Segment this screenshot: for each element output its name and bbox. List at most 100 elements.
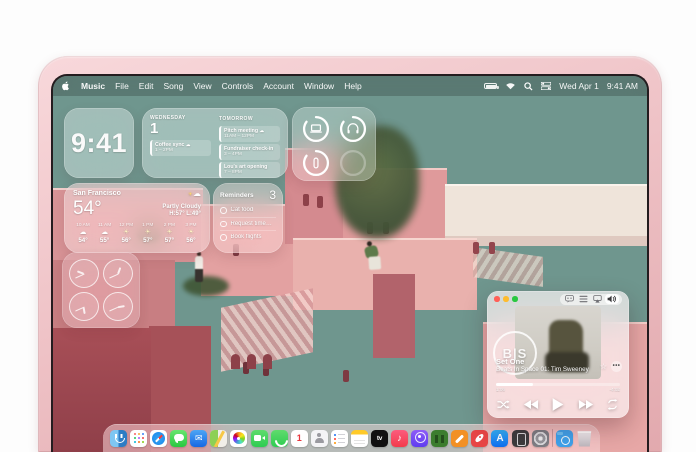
calendar-day-glyph: 1 [291, 430, 308, 447]
reminder-item[interactable]: Book flights [220, 230, 276, 244]
next-icon[interactable] [578, 399, 594, 410]
battery-ring-pencil[interactable] [299, 148, 332, 178]
clock-widget[interactable]: 9:41 [64, 108, 134, 178]
reminder-checkbox[interactable] [220, 207, 227, 214]
calendar-event[interactable]: Pitch meeting ☁ 11AM – 12PM [219, 126, 280, 142]
repeat-icon[interactable] [606, 399, 619, 410]
airplay-icon[interactable] [593, 295, 602, 303]
wifi-icon[interactable] [505, 82, 516, 90]
reminder-item[interactable]: Cat food [220, 204, 276, 217]
battery-icon[interactable] [484, 83, 497, 89]
dock-safari-icon[interactable] [150, 430, 167, 447]
weather-high-low: H:57° L:49° [162, 211, 201, 218]
menu-bar-time[interactable]: 9:41 AM [607, 81, 638, 91]
dock-facetime-icon[interactable] [251, 430, 268, 447]
weather-hour: 12 PM ☀ 56° [116, 223, 136, 244]
reminder-checkbox[interactable] [220, 221, 227, 228]
minimize-button[interactable] [503, 296, 509, 302]
dock-app-store-icon[interactable]: A [491, 430, 508, 447]
headphones-icon [347, 124, 358, 134]
calendar-day-number: 1 [150, 121, 211, 137]
dock-photos-icon[interactable] [230, 430, 247, 447]
dock-rocket-icon[interactable] [471, 430, 488, 447]
weather-city: San Francisco [73, 190, 121, 197]
dock-calendar-icon[interactable]: 1 [291, 430, 308, 447]
dock-dark-device-icon[interactable] [512, 430, 529, 447]
battery-ring-empty [336, 148, 369, 178]
menu-item-view[interactable]: View [193, 81, 211, 91]
close-button[interactable] [494, 296, 500, 302]
apple-menu-icon[interactable] [62, 80, 71, 93]
music-window-titlebar [487, 291, 629, 307]
dock-finder-icon[interactable] [110, 430, 127, 447]
calendar-event[interactable]: Lou's art opening 7 – 8PM [219, 162, 280, 178]
play-button[interactable] [551, 397, 565, 412]
analog-clock [69, 259, 99, 288]
sun-icon: ☀ [138, 228, 158, 237]
dock-podcasts-icon[interactable] [411, 430, 428, 447]
analog-clock [69, 292, 99, 321]
weather-widget[interactable]: San Francisco ☀☁ 54° Partly Cloudy H:57°… [64, 183, 210, 253]
battery-ring-headphones[interactable] [336, 114, 369, 144]
music-player-window[interactable]: B|S Set One Beats In Space 01: Tim Sween… [487, 291, 629, 418]
dock-notes-icon[interactable] [351, 430, 368, 447]
dock-downloads-icon[interactable] [556, 430, 573, 447]
menu-item-account[interactable]: Account [263, 81, 294, 91]
dock-maps-icon[interactable] [210, 430, 227, 447]
battery-ring-laptop[interactable] [299, 114, 332, 144]
calendar-event[interactable]: Coffee sync ☁ 1 – 2PM [150, 140, 211, 156]
event-time: 7 – 8PM [224, 170, 277, 176]
dock-mail-icon[interactable]: ✉ [190, 430, 207, 447]
zoom-button[interactable] [512, 296, 518, 302]
calendar-widget[interactable]: WEDNESDAY 1 Coffee sync ☁ 1 – 2PM TOMORR… [142, 108, 288, 178]
calendar-event[interactable]: Fundraiser check-in 3 – 4PM [219, 144, 280, 160]
reminders-widget[interactable]: Reminders 3 Cat food Request time… Book … [213, 183, 283, 253]
world-clock-widget[interactable] [62, 252, 140, 328]
favorite-star-icon[interactable]: ☆ [600, 362, 607, 371]
dock-settings-icon[interactable] [532, 430, 549, 447]
lyrics-icon[interactable] [565, 295, 574, 303]
control-center-icon[interactable] [541, 82, 551, 90]
reminders-title: Reminders [220, 192, 254, 199]
menu-item-music[interactable]: Music [81, 81, 105, 91]
music-note-glyph: ♪ [391, 430, 408, 447]
search-icon[interactable] [524, 82, 533, 91]
dock-green-game-icon[interactable] [431, 430, 448, 447]
menu-item-help[interactable]: Help [344, 81, 361, 91]
event-time: 3 – 4PM [224, 152, 277, 158]
menu-item-edit[interactable]: Edit [139, 81, 154, 91]
menu-item-song[interactable]: Song [163, 81, 183, 91]
sun-icon: ☀ [181, 228, 201, 237]
screenshot-canvas: Music File Edit Song View Controls Accou… [0, 0, 696, 452]
time-remaining: -4:02 [610, 387, 620, 392]
previous-icon[interactable] [523, 399, 539, 410]
weather-hour: 3 PM ☀ 56° [181, 223, 201, 244]
dock-tv-icon[interactable]: tv [371, 430, 388, 447]
dock-launchpad-icon[interactable] [130, 430, 147, 447]
analog-clock [103, 259, 133, 288]
shuffle-icon[interactable] [497, 399, 510, 410]
sun-icon: ☀ [159, 228, 179, 237]
dock-orange-draw-icon[interactable] [451, 430, 468, 447]
volume-icon[interactable] [607, 295, 617, 303]
menu-item-file[interactable]: File [115, 81, 129, 91]
up-next-icon[interactable] [579, 295, 588, 303]
reminder-item[interactable]: Request time… [220, 217, 276, 231]
dock-reminders-icon[interactable] [331, 430, 348, 447]
wallpaper-white-building [445, 184, 647, 246]
progress-bar[interactable] [496, 383, 620, 386]
dock-phone-icon[interactable] [271, 430, 288, 447]
dock-contacts-icon[interactable] [311, 430, 328, 447]
dock-messages-icon[interactable] [170, 430, 187, 447]
calendar-tomorrow-label: TOMORROW [219, 116, 280, 122]
more-options-icon[interactable]: ••• [611, 361, 622, 372]
weather-hour: 2 PM ☀ 57° [159, 223, 179, 244]
batteries-widget[interactable] [292, 107, 376, 181]
menu-item-controls[interactable]: Controls [222, 81, 254, 91]
menu-bar-date[interactable]: Wed Apr 1 [559, 81, 599, 91]
dock-trash-icon[interactable] [576, 430, 593, 447]
dock-music-icon[interactable]: ♪ [391, 430, 408, 447]
weather-hour: 1 PM ☀ 57° [138, 223, 158, 244]
reminder-checkbox[interactable] [220, 234, 227, 241]
menu-item-window[interactable]: Window [304, 81, 334, 91]
